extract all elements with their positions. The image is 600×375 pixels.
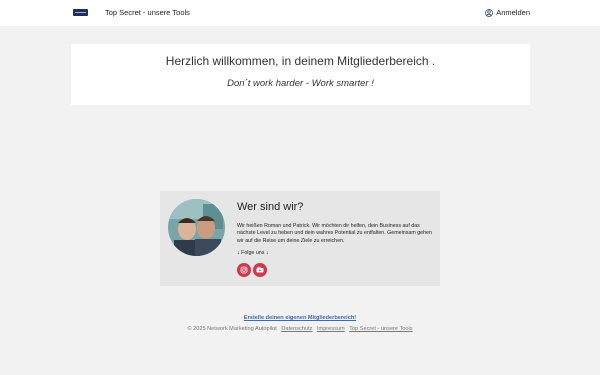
footer-cta: Erstelle deinen eigenen Mitgliederbereic… [0,315,600,321]
welcome-tagline: Don´t work harder - Work smarter ! [227,78,374,89]
top-navbar: Top Secret - unsere Tools Anmelden [0,0,600,26]
instagram-icon[interactable] [237,263,251,277]
welcome-card: Herzlich willkommen, in deinem Mitgliede… [71,44,530,105]
youtube-icon[interactable] [253,263,267,277]
privacy-link[interactable]: Datenschutz [281,326,312,332]
tools-link[interactable]: Top Secret - unsere Tools [349,326,412,332]
follow-us-label: ↓ Folge uns ↓ [237,250,269,256]
about-heading: Wer sind wir? [237,201,304,213]
user-icon [485,8,494,17]
team-photo [168,199,225,256]
brand-logo[interactable] [73,9,88,16]
imprint-link[interactable]: Impressum [317,326,345,332]
login-label: Anmelden [496,8,530,17]
login-button[interactable]: Anmelden [485,8,530,17]
copyright-text: © 2025 Network Marketing Autopilot [187,326,277,332]
footer-links: © 2025 Network Marketing Autopilot Daten… [0,326,600,332]
create-member-area-link[interactable]: Erstelle deinen eigenen Mitgliederbereic… [244,315,356,321]
about-description: Wir heißen Roman und Patrick. Wir möchte… [237,223,432,244]
about-section: Wer sind wir? Wir heißen Roman und Patri… [160,191,440,286]
welcome-heading: Herzlich willkommen, in deinem Mitgliede… [165,54,436,68]
site-title[interactable]: Top Secret - unsere Tools [105,8,190,17]
